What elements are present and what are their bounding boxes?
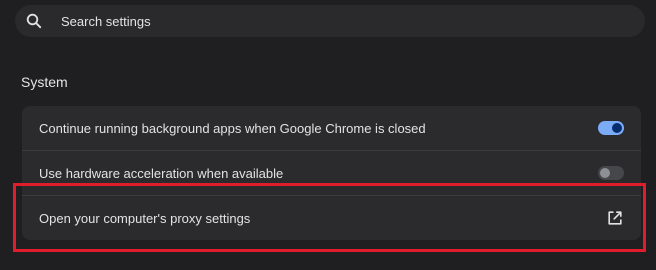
- section-title: System: [21, 74, 68, 90]
- setting-row-background-apps[interactable]: Continue running background apps when Go…: [22, 106, 641, 150]
- search-bar[interactable]: [15, 5, 645, 37]
- open-in-new-icon[interactable]: [607, 210, 623, 226]
- hardware-acceleration-toggle[interactable]: [598, 166, 624, 180]
- system-settings-card: Continue running background apps when Go…: [22, 106, 641, 240]
- search-input[interactable]: [61, 5, 621, 37]
- toggle-knob: [600, 168, 610, 178]
- toggle-knob: [612, 123, 622, 133]
- background-apps-toggle[interactable]: [598, 121, 624, 135]
- setting-row-proxy-settings[interactable]: Open your computer's proxy settings: [22, 196, 641, 240]
- setting-label-background-apps: Continue running background apps when Go…: [39, 120, 426, 136]
- setting-label-hardware-acceleration: Use hardware acceleration when available: [39, 165, 284, 181]
- search-icon: [26, 13, 42, 29]
- setting-label-proxy-settings: Open your computer's proxy settings: [39, 210, 251, 226]
- setting-row-hardware-acceleration[interactable]: Use hardware acceleration when available: [22, 151, 641, 195]
